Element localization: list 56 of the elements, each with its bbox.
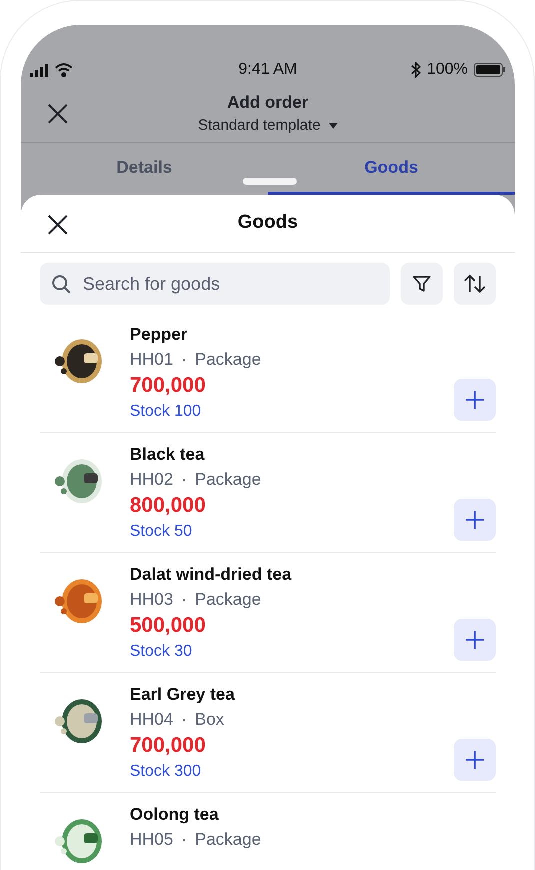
separator-dot: ·: [181, 709, 188, 731]
plus-icon: [466, 631, 484, 649]
search-icon: [52, 275, 71, 294]
product-name: Dalat wind-dried tea: [130, 564, 292, 586]
separator-dot: ·: [181, 829, 188, 851]
stock-count: Stock 30: [130, 642, 194, 662]
add-button[interactable]: [454, 739, 496, 781]
plus-icon: [466, 511, 484, 529]
product-unit: Package: [195, 829, 262, 851]
separator-dot: ·: [181, 589, 188, 611]
product-name: Oolong tea: [130, 804, 220, 826]
product-unit: Package: [195, 589, 262, 611]
stock-count: Stock 300: [130, 762, 202, 782]
caret-icon: [328, 123, 338, 130]
status-time: 9:41 AM: [238, 60, 298, 80]
drag-handle[interactable]: [243, 178, 297, 185]
battery-icon: [474, 63, 506, 77]
page-title: Add order: [227, 92, 309, 114]
add-button[interactable]: [454, 619, 496, 661]
filter-icon: [413, 275, 431, 293]
search-field[interactable]: Search for goods: [40, 263, 390, 305]
product-code: HH03: [130, 589, 174, 611]
product-unit: Package: [195, 349, 262, 371]
template-dropdown[interactable]: Standard template: [198, 115, 338, 138]
product-price: 800,000: [130, 493, 207, 519]
product-name: Black tea: [130, 444, 206, 466]
product-code: HH01: [130, 349, 174, 371]
add-button[interactable]: [454, 379, 496, 421]
close-icon[interactable]: [47, 214, 69, 236]
filter-button[interactable]: [401, 263, 443, 305]
product-unit: Box: [195, 709, 224, 731]
separator-dot: ·: [181, 469, 188, 491]
sort-button[interactable]: [454, 263, 496, 305]
tab[interactable]: Details: [21, 143, 268, 195]
sort-icon: [464, 274, 486, 294]
battery-percent: 100%: [427, 60, 468, 80]
product-price: 500,000: [130, 613, 207, 639]
product-name: Earl Grey tea: [130, 684, 235, 706]
stock-count: Stock 100: [130, 402, 202, 422]
wifi-icon: [55, 63, 73, 77]
separator-dot: ·: [181, 349, 188, 371]
signal-icon: [30, 64, 50, 76]
product-price: 700,000: [130, 733, 207, 759]
plus-icon: [466, 751, 484, 769]
close-icon[interactable]: [47, 103, 69, 125]
add-button[interactable]: [454, 499, 496, 541]
product-unit: Package: [195, 469, 262, 491]
product-code: HH04: [130, 709, 174, 731]
stock-count: Stock 50: [130, 522, 194, 542]
product-code: HH02: [130, 469, 174, 491]
product-name: Pepper: [130, 324, 189, 346]
plus-icon: [466, 391, 484, 409]
product-price: 700,000: [130, 373, 207, 399]
sheet-title: Goods: [238, 211, 298, 236]
product-code: HH05: [130, 829, 174, 851]
bluetooth-icon: [411, 62, 422, 78]
